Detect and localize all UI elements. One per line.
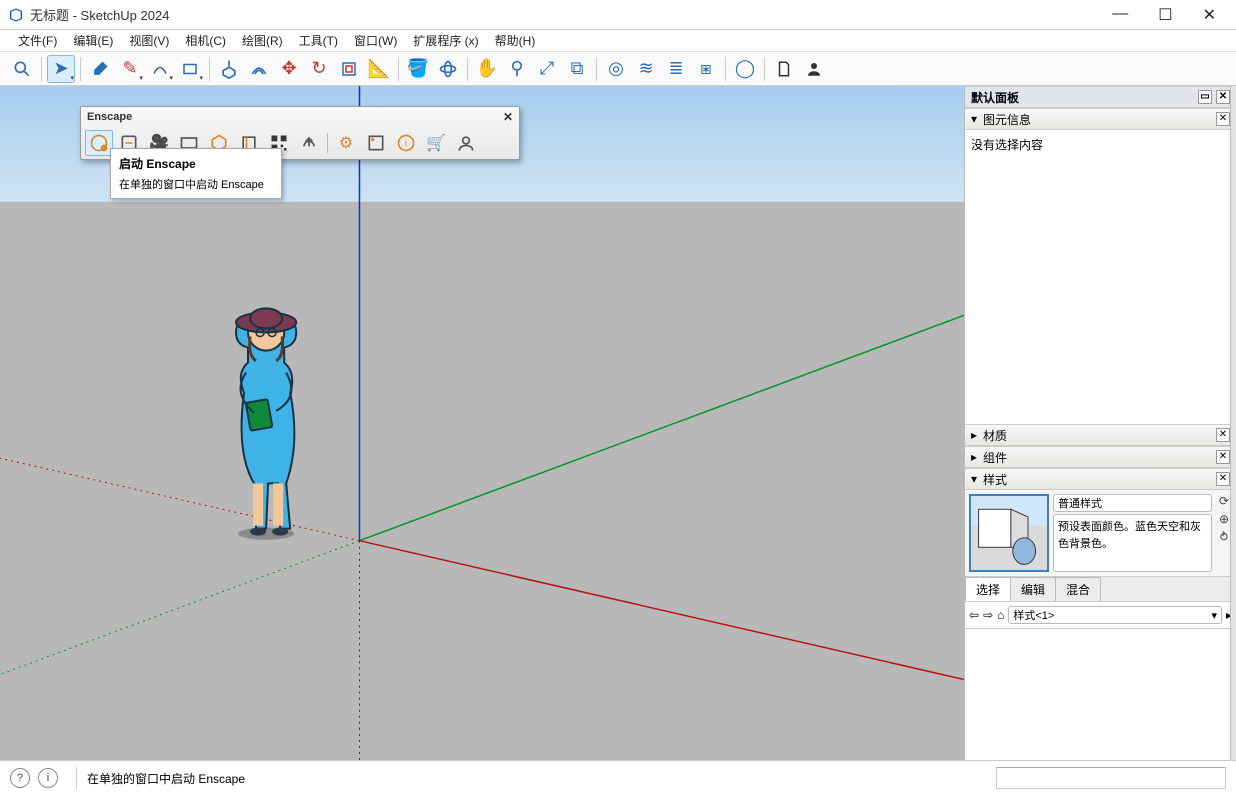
menu-bar: 文件(F) 编辑(E) 视图(V) 相机(C) 绘图(R) 工具(T) 窗口(W… <box>0 30 1236 52</box>
style-update-icon[interactable]: ⟳ <box>1219 494 1229 508</box>
side-panel: 默认面板 ▭ ✕ ▾ 图元信息 ✕ 没有选择内容 ▸ 材质 ✕ ▸ 组件 ✕ ▾… <box>964 86 1236 760</box>
main-toolbar: ➤▾ ✎▾ ▾ ▾ ✥ ↻ 📐 🪣 ✋ ⚲ ⤢ ⧉ ◎ ≋ ≣ ⧆ ◯ <box>0 52 1236 86</box>
style-nav-forward-icon[interactable]: ⇨ <box>983 608 993 622</box>
chevron-right-icon: ▸ <box>971 428 983 442</box>
chevron-down-icon: ▾ <box>1211 609 1217 622</box>
style-new-icon[interactable]: ⊕ <box>1219 512 1229 526</box>
chevron-right-icon: ▸ <box>971 450 983 464</box>
tooltip-title: 启动 Enscape <box>119 155 273 172</box>
enscape-close-icon[interactable]: ✕ <box>503 110 513 124</box>
panel-style-header[interactable]: ▾ 样式 ✕ <box>965 468 1236 490</box>
enscape-toolbar-title-bar[interactable]: Enscape ✕ <box>81 107 519 127</box>
pencil-tool[interactable]: ✎▾ <box>116 55 144 83</box>
panel-material-header[interactable]: ▸ 材质 ✕ <box>965 424 1236 446</box>
style-thumbnail[interactable] <box>969 494 1049 572</box>
panel-pin-icon[interactable]: ▭ <box>1198 90 1212 104</box>
minimize-button[interactable]: — <box>1112 5 1128 25</box>
chevron-down-icon: ▾ <box>971 472 983 486</box>
enscape-manage-views-icon[interactable] <box>362 130 390 156</box>
profile-tool[interactable]: ◯ <box>731 55 759 83</box>
tape-measure-tool[interactable]: 📐 <box>365 55 393 83</box>
new-document-icon[interactable] <box>770 55 798 83</box>
style-list[interactable] <box>965 628 1236 760</box>
style-nav-back-icon[interactable]: ⇦ <box>969 608 979 622</box>
enscape-upload-icon[interactable] <box>295 130 323 156</box>
viewport-3d[interactable]: Enscape ✕ 🎥 ⚙ i 🛒 启动 Ensca <box>0 86 964 760</box>
svg-text:i: i <box>405 138 407 149</box>
panel-component-close-icon[interactable]: ✕ <box>1216 450 1230 464</box>
window-title: 无标题 - SketchUp 2024 <box>30 5 169 24</box>
eraser-tool[interactable] <box>86 55 114 83</box>
enscape-toolbar-title: Enscape <box>87 111 132 123</box>
rectangle-tool[interactable]: ▾ <box>176 55 204 83</box>
panel-close-icon[interactable]: ✕ <box>1216 90 1230 104</box>
status-text: 在单独的窗口中启动 Enscape <box>87 770 245 787</box>
tab-mix[interactable]: 混合 <box>1055 577 1101 601</box>
zoom-extents-tool[interactable]: ⤢ <box>533 55 561 83</box>
select-tool[interactable]: ➤▾ <box>47 55 75 83</box>
menu-tools[interactable]: 工具(T) <box>291 30 346 51</box>
zoom-window-tool[interactable]: ⧉ <box>563 55 591 83</box>
measurement-field[interactable] <box>996 767 1226 789</box>
section-tool[interactable]: ◎ <box>602 55 630 83</box>
layers-tool[interactable]: ≋ <box>632 55 660 83</box>
status-help-icon[interactable]: ? <box>10 768 30 788</box>
pan-tool[interactable]: ✋ <box>473 55 501 83</box>
chevron-down-icon: ▾ <box>971 112 983 126</box>
pushpull-tool[interactable] <box>215 55 243 83</box>
style-description[interactable]: 预设表面颜色。蓝色天空和灰色背景色。 <box>1053 514 1212 572</box>
panel-style-close-icon[interactable]: ✕ <box>1216 472 1230 486</box>
user-icon[interactable] <box>800 55 828 83</box>
menu-file[interactable]: 文件(F) <box>10 30 65 51</box>
close-button[interactable]: ✕ <box>1203 5 1216 25</box>
rotate-tool[interactable]: ↻ <box>305 55 333 83</box>
panel-entity-close-icon[interactable]: ✕ <box>1216 112 1230 126</box>
style-refresh-icon[interactable]: ⥁ <box>1220 530 1228 544</box>
menu-extensions[interactable]: 扩展程序 (x) <box>405 30 486 51</box>
app-logo-icon <box>8 7 24 23</box>
arc-tool[interactable]: ▾ <box>146 55 174 83</box>
menu-view[interactable]: 视图(V) <box>121 30 177 51</box>
enscape-account-icon[interactable] <box>452 130 480 156</box>
enscape-assets-icon[interactable]: 🛒 <box>422 130 450 156</box>
enscape-start-tooltip: 启动 Enscape 在单独的窗口中启动 Enscape <box>110 148 282 199</box>
enscape-start-button[interactable] <box>85 130 113 156</box>
enscape-about-icon[interactable]: i <box>392 130 420 156</box>
menu-draw[interactable]: 绘图(R) <box>234 30 291 51</box>
status-info-icon[interactable]: i <box>38 768 58 788</box>
offset-tool[interactable] <box>245 55 273 83</box>
style-name-field[interactable]: 普通样式 <box>1053 494 1212 512</box>
paint-bucket-tool[interactable]: 🪣 <box>404 55 432 83</box>
menu-edit[interactable]: 编辑(E) <box>65 30 121 51</box>
style-selector[interactable]: 样式<1> ▾ <box>1008 606 1222 624</box>
outliner-tool[interactable]: ≣ <box>662 55 690 83</box>
scenes-tool[interactable]: ⧆ <box>692 55 720 83</box>
tab-select[interactable]: 选择 <box>965 577 1011 601</box>
tab-edit[interactable]: 编辑 <box>1010 577 1056 601</box>
orbit-tool[interactable] <box>434 55 462 83</box>
panel-material-close-icon[interactable]: ✕ <box>1216 428 1230 442</box>
status-bar: ? i 在单独的窗口中启动 Enscape <box>0 760 1236 795</box>
enscape-settings-icon[interactable]: ⚙ <box>332 130 360 156</box>
panel-main-header[interactable]: 默认面板 ▭ ✕ <box>965 86 1236 108</box>
panel-resize-handle[interactable] <box>1230 86 1236 760</box>
menu-help[interactable]: 帮助(H) <box>487 30 544 51</box>
maximize-button[interactable]: ☐ <box>1158 5 1172 25</box>
search-icon[interactable] <box>8 55 36 83</box>
scale-tool[interactable] <box>335 55 363 83</box>
title-bar: 无标题 - SketchUp 2024 — ☐ ✕ <box>0 0 1236 30</box>
menu-window[interactable]: 窗口(W) <box>346 30 405 51</box>
panel-component-header[interactable]: ▸ 组件 ✕ <box>965 446 1236 468</box>
move-tool[interactable]: ✥ <box>275 55 303 83</box>
panel-entity-header[interactable]: ▾ 图元信息 ✕ <box>965 108 1236 130</box>
panel-entity-body: 没有选择内容 <box>965 130 1236 159</box>
style-home-icon[interactable]: ⌂ <box>997 608 1004 622</box>
tooltip-body: 在单独的窗口中启动 Enscape <box>119 176 273 192</box>
menu-camera[interactable]: 相机(C) <box>177 30 234 51</box>
style-tabs: 选择 编辑 混合 <box>965 576 1236 601</box>
zoom-tool[interactable]: ⚲ <box>503 55 531 83</box>
